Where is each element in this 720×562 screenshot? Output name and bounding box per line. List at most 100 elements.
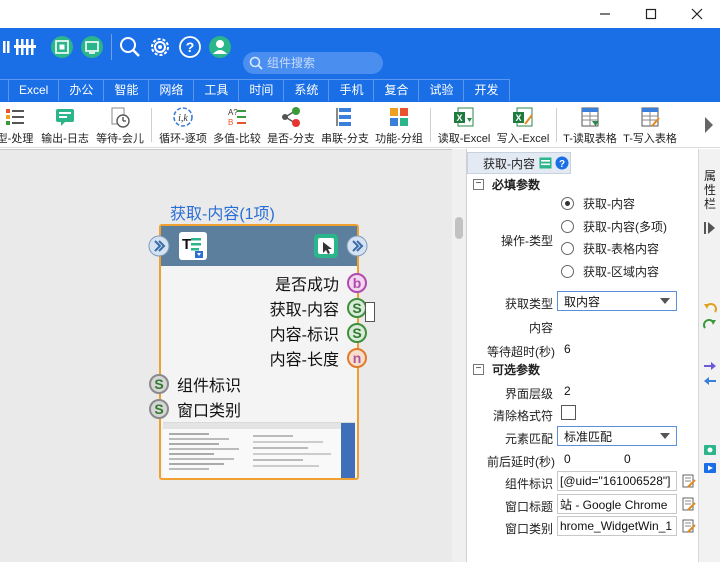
window-class-label: 窗口类别	[505, 522, 554, 536]
tab-partial[interactable]	[0, 79, 9, 101]
output-is-success[interactable]: 是否成功 b	[275, 272, 367, 294]
tab-network[interactable]: 网络	[149, 79, 195, 101]
scrollbar-thumb[interactable]	[455, 217, 463, 239]
svg-text:A?: A?	[228, 108, 238, 117]
undo-icon[interactable]	[703, 301, 717, 315]
required-section-header[interactable]: − 必填参数	[473, 175, 540, 193]
radio-get-content[interactable]: 获取-内容	[561, 194, 635, 212]
tool-serial-branch[interactable]: 串联-分支	[320, 104, 370, 146]
element-pick-icon[interactable]	[313, 233, 339, 259]
maximize-icon[interactable]	[628, 0, 674, 28]
user-icon[interactable]	[208, 35, 232, 59]
capture-icon[interactable]	[50, 35, 74, 59]
canvas-scrollbar[interactable]	[452, 149, 466, 562]
tool-excel-read[interactable]: X 读取-Excel	[435, 104, 493, 146]
tab-time[interactable]: 时间	[239, 79, 285, 101]
tab-office[interactable]: 办公	[59, 79, 105, 101]
collapse-icon[interactable]: −	[473, 178, 484, 190]
delay-after-field[interactable]: 0	[619, 449, 677, 469]
tool-table-write[interactable]: T-写入表格	[620, 104, 680, 146]
arrow-left-icon[interactable]	[703, 376, 717, 386]
delay-label: 前后延时(秒)	[487, 455, 555, 469]
tab-composite[interactable]: 复合	[374, 79, 420, 101]
screen-icon[interactable]	[80, 35, 104, 59]
tool-excel-write[interactable]: X 写入-Excel	[494, 104, 552, 146]
number-type-icon: n	[347, 348, 367, 368]
search-box[interactable]	[243, 52, 383, 74]
redo-icon[interactable]	[703, 317, 717, 331]
input-window-class[interactable]: S 窗口类别	[149, 398, 241, 420]
node-output-arrow-icon[interactable]	[345, 234, 369, 258]
component-id-field[interactable]: [@uid="161006528"]	[557, 471, 677, 491]
title-bar	[0, 0, 720, 28]
minimize-icon[interactable]	[582, 0, 628, 28]
ui-level-field[interactable]: 2	[559, 381, 677, 401]
output-content-length[interactable]: 内容-长度 n	[270, 347, 367, 369]
equalizer-icon[interactable]	[14, 35, 36, 59]
help-icon[interactable]: ?	[178, 35, 202, 59]
arrow-right-icon[interactable]	[703, 361, 717, 371]
window-title-field[interactable]: 站 - Google Chrome	[557, 494, 677, 514]
get-content-node-icon: T	[179, 232, 207, 260]
header-divider	[111, 34, 112, 60]
tool-branch[interactable]: 是否-分支	[266, 104, 316, 146]
radio-get-table-content[interactable]: 获取-表格内容	[561, 239, 659, 257]
timeout-field[interactable]: 6	[559, 339, 677, 359]
tab-excel[interactable]: Excel	[9, 79, 60, 101]
input-component-id[interactable]: S 组件标识	[149, 373, 241, 395]
chevron-right-icon	[705, 117, 713, 133]
tool-wait[interactable]: 等待-会儿	[94, 104, 146, 146]
record-icon[interactable]	[703, 461, 717, 475]
panel-help-icon[interactable]: ?	[555, 156, 569, 170]
tab-experiment[interactable]: 试验	[419, 79, 465, 101]
element-match-select[interactable]: 标准匹配	[557, 426, 677, 446]
tool-process[interactable]: 型-处理	[0, 104, 36, 146]
radio-get-region-content[interactable]: 获取-区域内容	[561, 262, 659, 280]
partial-tool-icon[interactable]	[2, 35, 10, 59]
search-input[interactable]	[267, 56, 375, 70]
tool-loop[interactable]: i,k 循环-逐项	[156, 104, 210, 146]
edit-icon[interactable]	[682, 474, 696, 488]
tool-compare[interactable]: A? B 多值-比较	[212, 104, 262, 146]
string-type-icon: S	[149, 399, 169, 419]
output-content-id[interactable]: 内容-标识 S	[270, 322, 367, 344]
tab-system[interactable]: 系统	[284, 79, 330, 101]
fetch-type-select[interactable]: 取内容	[557, 291, 677, 311]
tab-smart[interactable]: 智能	[104, 79, 150, 101]
radio-label: 获取-表格内容	[583, 241, 659, 256]
edit-icon[interactable]	[682, 497, 696, 511]
clear-format-checkbox[interactable]	[561, 405, 576, 420]
delay-before-field[interactable]: 0	[559, 449, 615, 469]
collapse-panel-icon[interactable]	[703, 221, 717, 235]
tab-tools[interactable]: 工具	[194, 79, 240, 101]
property-bar-label[interactable]: 属性栏	[704, 169, 716, 211]
tab-develop[interactable]: 开发	[464, 79, 510, 101]
search-icon[interactable]	[118, 35, 142, 59]
edit-icon[interactable]	[682, 519, 696, 533]
input-label: 窗口类别	[177, 403, 242, 420]
tab-mobile[interactable]: 手机	[329, 79, 375, 101]
toolbar-more[interactable]	[698, 104, 720, 146]
output-get-content[interactable]: 获取-内容 S	[270, 297, 367, 319]
tool-label: 等待-会儿	[96, 133, 144, 145]
flow-node-get-content[interactable]: T 是否成功 b 获取-内容 S 内容-标识 S 内容-长度 n S 组件标识 …	[148, 224, 375, 480]
tool-group[interactable]: 功能-分组	[374, 104, 424, 146]
window-class-field[interactable]: hrome_WidgetWin_1	[557, 516, 677, 536]
flow-canvas[interactable]: 获取-内容(1项) T 是否成功 b 获取-内容 S 内容-标识 S 内容-长度…	[0, 149, 452, 562]
tool-label: 功能-分组	[375, 133, 423, 145]
collapse-icon[interactable]: −	[473, 363, 484, 375]
radio-label: 获取-内容	[583, 196, 635, 211]
tool-log[interactable]: 输出-日志	[40, 104, 90, 146]
close-icon[interactable]	[674, 0, 720, 28]
gear-icon[interactable]	[148, 35, 172, 59]
content-field[interactable]	[559, 315, 677, 335]
panel-card-icon[interactable]	[539, 157, 552, 169]
chevron-down-icon	[660, 433, 670, 439]
optional-section-header[interactable]: − 可选参数	[473, 360, 540, 378]
node-input-arrow-icon[interactable]	[147, 234, 171, 258]
tool-table-read[interactable]: T-读取表格	[560, 104, 620, 146]
radio-get-content-multi[interactable]: 获取-内容(多项)	[561, 217, 667, 235]
section-title: 可选参数	[492, 362, 541, 377]
connector-handle[interactable]	[365, 302, 375, 322]
screenshot-icon[interactable]	[703, 443, 717, 457]
